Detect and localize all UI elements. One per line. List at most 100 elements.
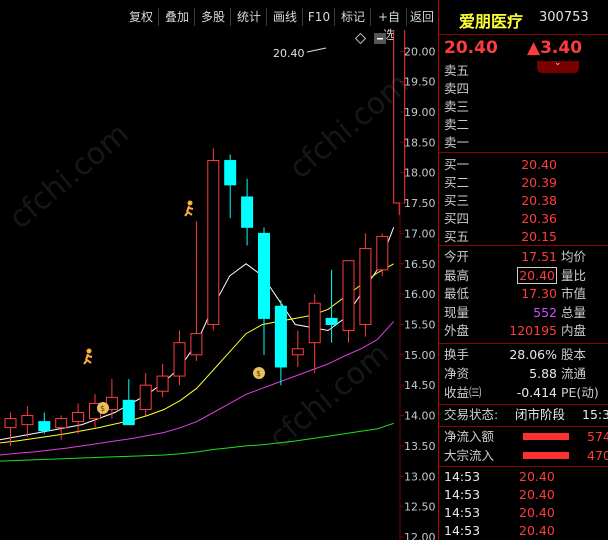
fundamental-label-secondary: 流通 (561, 366, 587, 381)
stat-label: 最低 (444, 286, 470, 301)
bid-label: 买三 (444, 193, 470, 208)
price-change: ▲3.40 (527, 38, 583, 58)
stat-value: 120195 (509, 323, 557, 338)
fundamental-row: 净资 5.88 流通 (439, 365, 608, 383)
bid-price: 20.38 (521, 193, 557, 208)
tick-time: 14:53 (444, 505, 481, 520)
divider (439, 426, 608, 427)
bid-row: 买三 20.38 (439, 192, 608, 210)
candle-body (376, 235, 389, 271)
candle (21, 406, 34, 437)
y-tick-label: 14.00 (404, 410, 436, 423)
diamond-icon[interactable] (354, 32, 367, 45)
divider (439, 245, 608, 246)
y-tick-label: 16.00 (404, 288, 436, 301)
fundamental-row: 换手 28.06% 股本 (439, 346, 608, 364)
candle (274, 300, 287, 386)
divider (439, 404, 608, 405)
stat-label-secondary: 均价 (561, 249, 587, 264)
candle-body (274, 305, 287, 368)
candle (173, 330, 186, 386)
candle-body (258, 232, 270, 319)
f10-button[interactable]: F10 (304, 8, 335, 26)
fund-flow-label: 净流入额 (444, 429, 495, 444)
stat-label: 外盘 (444, 323, 470, 338)
restore-rights-button[interactable]: 复权 (124, 8, 159, 26)
current-price: 20.40 (444, 38, 498, 58)
candle (224, 154, 237, 219)
tick-row: 14:53 20.40 (439, 504, 608, 522)
ask-row: 卖五 (439, 62, 608, 80)
bid-price: 20.15 (521, 229, 557, 244)
back-button[interactable]: 返回 (407, 8, 437, 26)
stat-value: 552 (533, 304, 557, 320)
candle-body (4, 418, 17, 429)
add-favorite-button[interactable]: +自选 (372, 8, 407, 42)
y-tick-label: 13.50 (404, 440, 436, 453)
y-tick-label: 12.00 (404, 531, 436, 540)
candle-body (241, 196, 254, 228)
fund-flow-value: 470 (587, 448, 608, 463)
fund-flow-value: 574 (587, 429, 608, 444)
bid-row: 买五 20.15 (439, 228, 608, 246)
ask-label: 卖五 (444, 63, 470, 78)
stat-row: 外盘 120195 内盘 (439, 322, 608, 340)
candle-body (122, 399, 135, 426)
svg-text:cfchi.com: cfchi.com (3, 116, 136, 236)
fundamental-label: 收益㈢ (444, 385, 482, 400)
fundamental-value: 5.88 (529, 366, 557, 381)
statistics-button[interactable]: 统计 (232, 8, 267, 26)
stat-label-secondary: 内盘 (561, 323, 587, 338)
fundamental-value: 28.06% (509, 347, 557, 362)
candle (55, 415, 68, 440)
svg-text:$: $ (100, 404, 105, 413)
stat-row: 今开 17.51 均价 (439, 248, 608, 266)
candle-body (207, 160, 220, 325)
stat-value: 17.51 (521, 249, 557, 264)
overlay-button[interactable]: 叠加 (160, 8, 195, 26)
y-tick-label: 17.50 (404, 197, 436, 210)
ask-row: 卖三 (439, 98, 608, 116)
kline-chart[interactable]: 20.0019.5019.0018.5018.0017.5017.0016.50… (0, 30, 438, 540)
stat-label: 现量 (444, 304, 470, 320)
fundamental-value: -0.414 (516, 385, 557, 400)
ask-row: 卖一 (439, 134, 608, 152)
candle-body (38, 421, 51, 432)
collapse-icon[interactable] (374, 33, 386, 44)
draw-line-button[interactable]: 画线 (268, 8, 303, 26)
stat-label-secondary: 市值 (561, 286, 587, 301)
candle (342, 260, 355, 343)
candle-body (139, 384, 152, 410)
y-tick-label: 18.00 (404, 167, 436, 180)
candle-body (21, 415, 34, 426)
bid-label: 买五 (444, 229, 470, 244)
bid-row: 买一 20.40 (439, 156, 608, 174)
bid-label: 买一 (444, 157, 470, 172)
stat-label: 最高 (444, 267, 470, 283)
candle (325, 269, 338, 343)
ask-label: 卖二 (444, 117, 470, 132)
bid-label: 买四 (444, 211, 470, 226)
stock-code: 300753 (539, 10, 589, 25)
stat-row: 最高 20.40 量比 (439, 266, 608, 285)
candle-body (55, 418, 68, 429)
multi-stock-button[interactable]: 多股 (196, 8, 231, 26)
stat-label: 今开 (444, 249, 470, 264)
candle (207, 148, 220, 331)
price-axis: 20.0019.5019.0018.5018.0017.5017.0016.50… (400, 45, 436, 540)
fundamental-label-secondary: PE(动) (561, 385, 599, 400)
tick-time: 14:53 (444, 469, 481, 484)
tick-price: 20.40 (519, 523, 555, 538)
ask-row: 卖二 (439, 116, 608, 134)
ask-label: 卖四 (444, 81, 470, 96)
candle (122, 379, 135, 426)
y-tick-label: 17.00 (404, 227, 436, 240)
mark-button[interactable]: 标记 (336, 8, 371, 26)
ask-label: 卖一 (444, 135, 470, 150)
divider (439, 343, 608, 344)
tick-row: 14:53 20.40 (439, 468, 608, 486)
ask-label: 卖三 (444, 99, 470, 114)
fundamental-row: 收益㈢ -0.414 PE(动) (439, 384, 608, 402)
candle (291, 330, 304, 367)
candle (190, 221, 203, 361)
